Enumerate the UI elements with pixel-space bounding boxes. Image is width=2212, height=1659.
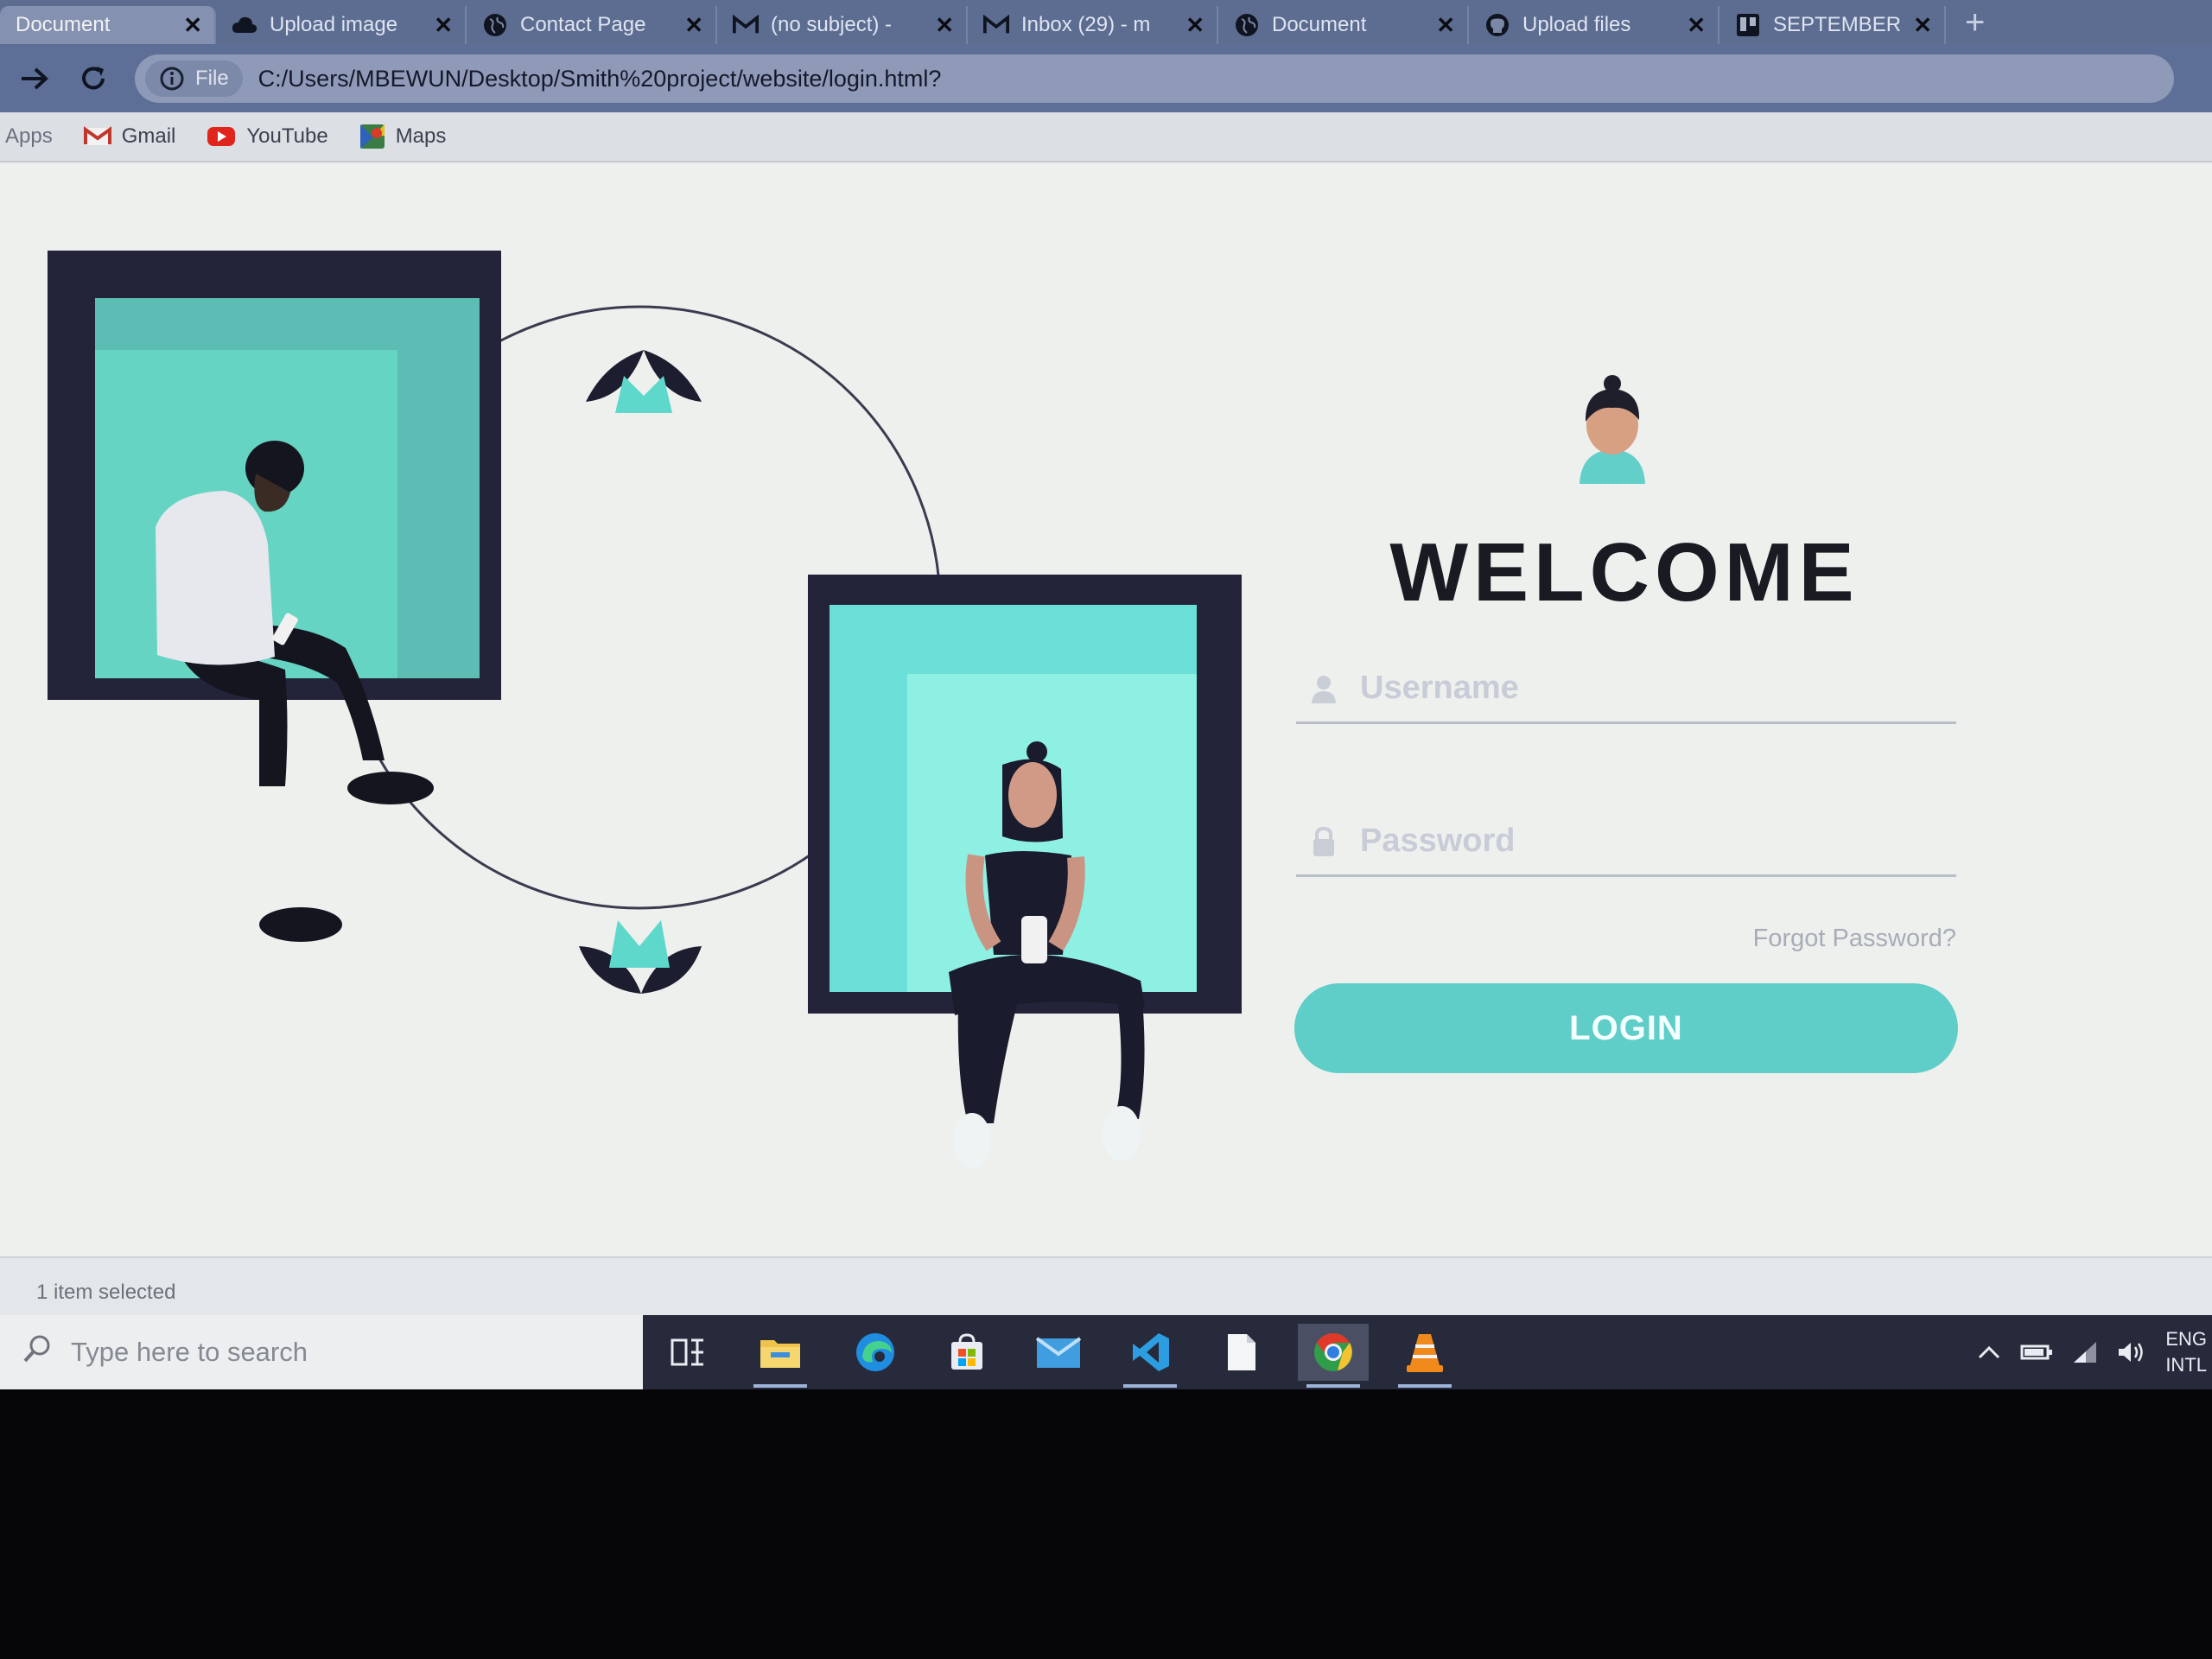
bookmark-label: YouTube xyxy=(246,124,328,148)
volume-icon[interactable] xyxy=(2117,1340,2146,1364)
close-icon[interactable]: ✕ xyxy=(1436,12,1455,39)
username-input[interactable] xyxy=(1360,670,1913,707)
tab-document[interactable]: Document ✕ xyxy=(0,6,216,44)
file-icon[interactable] xyxy=(1206,1324,1277,1381)
battery-icon[interactable] xyxy=(2020,1344,2053,1361)
new-tab-button[interactable]: + xyxy=(1965,3,1985,42)
site-info-button[interactable]: File xyxy=(145,60,243,97)
avatar xyxy=(1580,375,1645,484)
cloud-icon xyxy=(232,12,257,38)
close-icon[interactable]: ✕ xyxy=(1687,12,1706,39)
forgot-password-link[interactable]: Forgot Password? xyxy=(1753,925,1956,953)
arrow-right-icon xyxy=(22,67,48,90)
tab-strip: Document ✕ Upload image ✕ Contact Page ✕… xyxy=(0,0,2212,45)
edge-icon[interactable] xyxy=(840,1324,911,1381)
tab-title: Contact Page xyxy=(520,13,646,36)
close-icon[interactable]: ✕ xyxy=(1185,12,1205,39)
vlc-icon[interactable] xyxy=(1389,1324,1460,1388)
youtube-icon xyxy=(207,126,236,147)
login-page: WELCOME Forgot Password? LOGIN xyxy=(0,164,2212,1256)
bookmark-youtube[interactable]: YouTube xyxy=(207,124,328,149)
scheme-label: File xyxy=(195,67,229,90)
forward-button[interactable] xyxy=(10,54,59,103)
trello-icon xyxy=(1735,12,1761,38)
mail-icon[interactable] xyxy=(1023,1324,1094,1381)
tab-title: Upload image xyxy=(270,13,398,36)
browser-toolbar: File C:/Users/MBEWUN/Desktop/Smith%20pro… xyxy=(0,45,2212,112)
password-input[interactable] xyxy=(1360,823,1913,860)
tab-no-subject[interactable]: (no subject) - ✕ xyxy=(717,6,968,44)
globe-icon xyxy=(482,12,508,38)
username-field-row xyxy=(1296,655,1956,724)
lock-icon xyxy=(1306,826,1341,857)
gmail-icon xyxy=(983,12,1009,38)
system-tray: ENG INTL xyxy=(1977,1315,2212,1389)
taskbar: Type here to search ENG INTL xyxy=(0,1315,2212,1389)
gmail-icon xyxy=(83,126,111,147)
chrome-icon[interactable] xyxy=(1298,1324,1369,1388)
password-field-row xyxy=(1296,808,1956,877)
tab-contact-page[interactable]: Contact Page ✕ xyxy=(467,6,717,44)
bookmark-apps[interactable]: Apps xyxy=(5,124,53,149)
tab-upload-files[interactable]: Upload files ✕ xyxy=(1469,6,1719,44)
monitor-screen: Document ✕ Upload image ✕ Contact Page ✕… xyxy=(0,0,2212,1389)
tab-upload-image[interactable]: Upload image ✕ xyxy=(216,6,467,44)
bookmark-label: Apps xyxy=(5,124,53,148)
close-icon[interactable]: ✕ xyxy=(935,12,954,39)
close-icon[interactable]: ✕ xyxy=(1913,12,1932,39)
search-placeholder: Type here to search xyxy=(71,1337,308,1367)
tab-title: Document xyxy=(1272,13,1367,36)
user-icon xyxy=(1306,674,1341,703)
tab-title: Inbox (29) - m xyxy=(1021,13,1151,36)
tab-title: Upload files xyxy=(1522,13,1631,36)
gmail-icon xyxy=(733,12,759,38)
leaf-top-icon xyxy=(586,350,702,413)
close-icon[interactable]: ✕ xyxy=(434,12,453,39)
chevron-up-icon[interactable] xyxy=(1977,1344,2001,1361)
tab-title: SEPTEMBER xyxy=(1773,13,1902,36)
lang-line-1: ENG xyxy=(2165,1328,2207,1350)
address-bar[interactable]: File C:/Users/MBEWUN/Desktop/Smith%20pro… xyxy=(135,54,2174,103)
leaf-bottom-icon xyxy=(579,920,702,994)
maps-icon xyxy=(359,124,385,149)
bookmark-label: Gmail xyxy=(121,124,176,148)
bookmark-maps[interactable]: Maps xyxy=(359,124,447,149)
store-icon[interactable] xyxy=(931,1324,1002,1381)
info-icon xyxy=(160,67,184,91)
tab-september[interactable]: SEPTEMBER ✕ xyxy=(1719,6,1946,44)
close-icon[interactable]: ✕ xyxy=(183,12,202,39)
vscode-icon[interactable] xyxy=(1115,1324,1185,1388)
hero-illustration xyxy=(48,251,1242,1168)
language-indicator[interactable]: ENG INTL xyxy=(2165,1326,2207,1378)
close-icon[interactable]: ✕ xyxy=(684,12,703,39)
github-icon xyxy=(1484,12,1510,38)
tab-document-2[interactable]: Document ✕ xyxy=(1218,6,1469,44)
reload-icon xyxy=(82,67,105,90)
tab-title: Document xyxy=(16,13,111,36)
bookmark-label: Maps xyxy=(395,124,447,148)
globe-icon xyxy=(1234,12,1260,38)
explorer-status-bar: 1 item selected xyxy=(0,1256,2212,1315)
bookmarks-bar: Apps Gmail YouTube Maps xyxy=(0,112,2212,162)
lang-line-2: INTL xyxy=(2165,1354,2207,1376)
login-button[interactable]: LOGIN xyxy=(1294,983,1958,1073)
status-text: 1 item selected xyxy=(36,1281,176,1304)
file-explorer-icon[interactable] xyxy=(745,1324,816,1388)
task-view-icon[interactable] xyxy=(652,1324,723,1381)
tab-inbox[interactable]: Inbox (29) - m ✕ xyxy=(968,6,1218,44)
url-text[interactable]: C:/Users/MBEWUN/Desktop/Smith%20project/… xyxy=(258,66,942,92)
welcome-heading: WELCOME xyxy=(1389,526,1859,619)
taskbar-search[interactable]: Type here to search xyxy=(0,1315,643,1389)
reload-button[interactable] xyxy=(69,54,118,103)
tab-title: (no subject) - xyxy=(771,13,893,36)
search-icon xyxy=(22,1334,52,1370)
network-icon[interactable] xyxy=(2072,1340,2098,1364)
bookmark-gmail[interactable]: Gmail xyxy=(83,124,176,149)
login-form: WELCOME Forgot Password? LOGIN xyxy=(1279,164,1970,1256)
